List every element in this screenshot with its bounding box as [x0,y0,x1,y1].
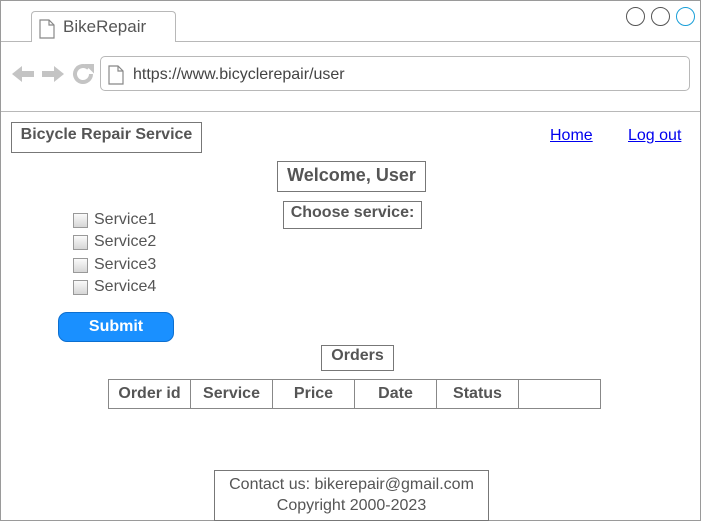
close-button[interactable] [676,7,695,26]
table-header-row: Order id Service Price Date Status [108,379,601,409]
brand-title: Bicycle Repair Service [11,122,202,153]
service-label: Service3 [94,256,157,273]
footer-copyright: Copyright 2000-2023 [276,497,427,514]
service-checkbox[interactable] [73,213,88,228]
tab-bar: BikeRepair [1,1,700,42]
orders-heading: Orders [321,345,394,371]
column-header-empty [518,379,601,409]
service-label: Service2 [94,233,157,250]
forward-arrow-icon[interactable] [41,64,65,89]
service-checkbox[interactable] [73,235,88,250]
service-checkbox[interactable] [73,280,88,295]
maximize-button[interactable] [651,7,670,26]
footer: Contact us: bikerepair@gmail.com Copyrig… [214,470,489,521]
welcome-heading: Welcome, User [277,161,426,192]
orders-table: Order id Service Price Date Status [108,379,601,409]
column-header-status: Status [436,379,519,409]
url-text: https://www.bicyclerepair/user [133,66,345,83]
service-checkbox[interactable] [73,258,88,273]
nav-logout-link[interactable]: Log out [628,127,681,145]
nav-home-link[interactable]: Home [550,127,593,145]
minimize-button[interactable] [626,7,645,26]
page-icon [39,19,55,44]
browser-window: BikeRepair https://www.bicyclerepair/use… [0,0,701,521]
column-header-service: Service [190,379,273,409]
column-header-price: Price [272,379,355,409]
back-arrow-icon[interactable] [11,64,35,89]
reload-icon[interactable] [72,63,96,90]
choose-service-label: Choose service: [283,201,422,229]
service-label: Service1 [94,211,157,228]
column-header-date: Date [354,379,437,409]
column-header-order-id: Order id [108,379,191,409]
page-icon [108,65,124,90]
service-label: Service4 [94,278,157,295]
footer-contact: Contact us: bikerepair@gmail.com [229,476,474,493]
url-field[interactable]: https://www.bicyclerepair/user [100,56,690,91]
address-bar-row: https://www.bicyclerepair/user [1,42,700,112]
browser-tab[interactable]: BikeRepair [31,11,176,42]
submit-button[interactable]: Submit [58,312,174,342]
tab-title: BikeRepair [63,17,147,36]
